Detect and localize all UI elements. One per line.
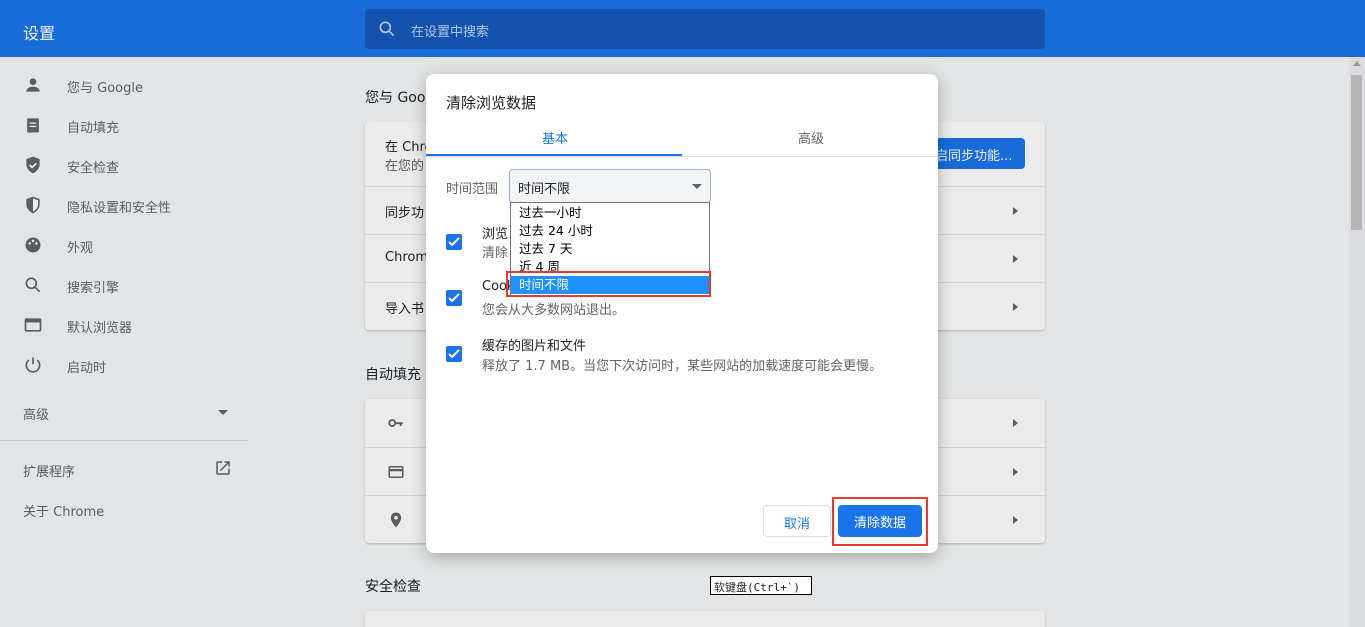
option-last-7-days[interactable]: 过去 7 天 xyxy=(511,240,709,258)
clear-browsing-data-dialog: 清除浏览数据 基本 高级 时间范围 时间不限 浏览 清除 Cook 您会从大多数… xyxy=(426,74,938,553)
tab-advanced[interactable]: 高级 xyxy=(798,128,824,147)
cookies-checkbox[interactable] xyxy=(446,290,462,306)
cached-files-desc: 释放了 1.7 MB。当您下次访问时，某些网站的加载速度可能会更慢。 xyxy=(482,359,883,374)
time-range-value: 时间不限 xyxy=(518,182,571,197)
browsing-history-title: 浏览 xyxy=(482,227,509,242)
chevron-down-icon xyxy=(692,184,702,189)
clear-button-highlight xyxy=(832,497,928,546)
option-last-24-hours[interactable]: 过去 24 小时 xyxy=(511,222,709,240)
ime-soft-keyboard-hint: 软键盘(Ctrl+`) xyxy=(710,576,812,595)
cached-files-checkbox[interactable] xyxy=(446,346,462,362)
cookies-desc: 您会从大多数网站退出。 xyxy=(482,303,626,318)
cancel-button[interactable]: 取消 xyxy=(763,505,831,537)
dialog-title: 清除浏览数据 xyxy=(446,94,537,112)
cached-files-title: 缓存的图片和文件 xyxy=(482,339,587,354)
browsing-history-desc: 清除 xyxy=(482,246,509,261)
time-range-label: 时间范围 xyxy=(446,182,499,197)
browsing-history-checkbox[interactable] xyxy=(446,234,462,250)
time-range-select[interactable]: 时间不限 xyxy=(509,169,711,203)
option-last-hour[interactable]: 过去一小时 xyxy=(511,204,709,222)
check-icon xyxy=(448,349,460,359)
selected-option-highlight xyxy=(506,271,711,297)
tab-divider xyxy=(426,156,938,157)
check-icon xyxy=(448,293,460,303)
check-icon xyxy=(448,237,460,247)
tab-basic[interactable]: 基本 xyxy=(542,128,568,147)
